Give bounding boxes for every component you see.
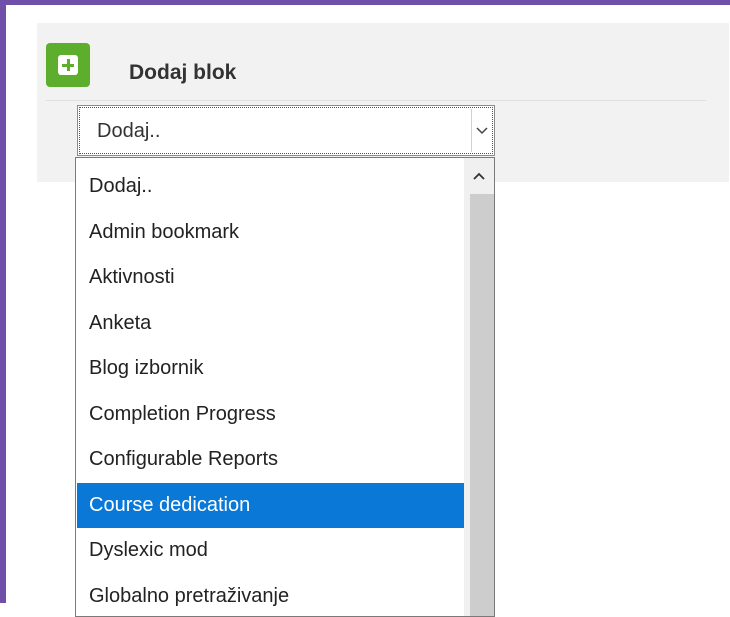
dropdown-option[interactable]: Admin bookmark [77,210,464,256]
plus-icon [58,55,78,75]
add-block-select[interactable]: Dodaj.. [77,105,495,156]
dropdown-option[interactable]: Anketa [77,301,464,347]
dropdown-option[interactable]: Completion Progress [77,392,464,438]
chevron-down-icon[interactable] [471,109,491,152]
dropdown-option[interactable]: Configurable Reports [77,437,464,483]
window-frame: Dodaj blok Dodaj.. Dodaj.. Admin bookmar… [0,0,730,603]
scrollbar-thumb[interactable] [470,194,494,617]
dropdown-option[interactable]: Blog izbornik [77,346,464,392]
select-current-value: Dodaj.. [97,120,160,143]
dropdown-option[interactable]: Globalno pretraživanje [77,574,464,617]
dropdown-scrollbar[interactable] [464,158,494,617]
dropdown-option-selected[interactable]: Course dedication [77,483,464,529]
title-divider [46,100,706,101]
dropdown-option[interactable]: Dodaj.. [77,164,464,210]
add-block-icon [46,43,90,87]
select-dropdown-list[interactable]: Dodaj.. Admin bookmark Aktivnosti Anketa… [75,157,495,617]
dropdown-option[interactable]: Aktivnosti [77,255,464,301]
block-title: Dodaj blok [129,61,236,85]
dropdown-option[interactable]: Dyslexic mod [77,528,464,574]
scroll-up-arrow-icon[interactable] [464,158,494,194]
